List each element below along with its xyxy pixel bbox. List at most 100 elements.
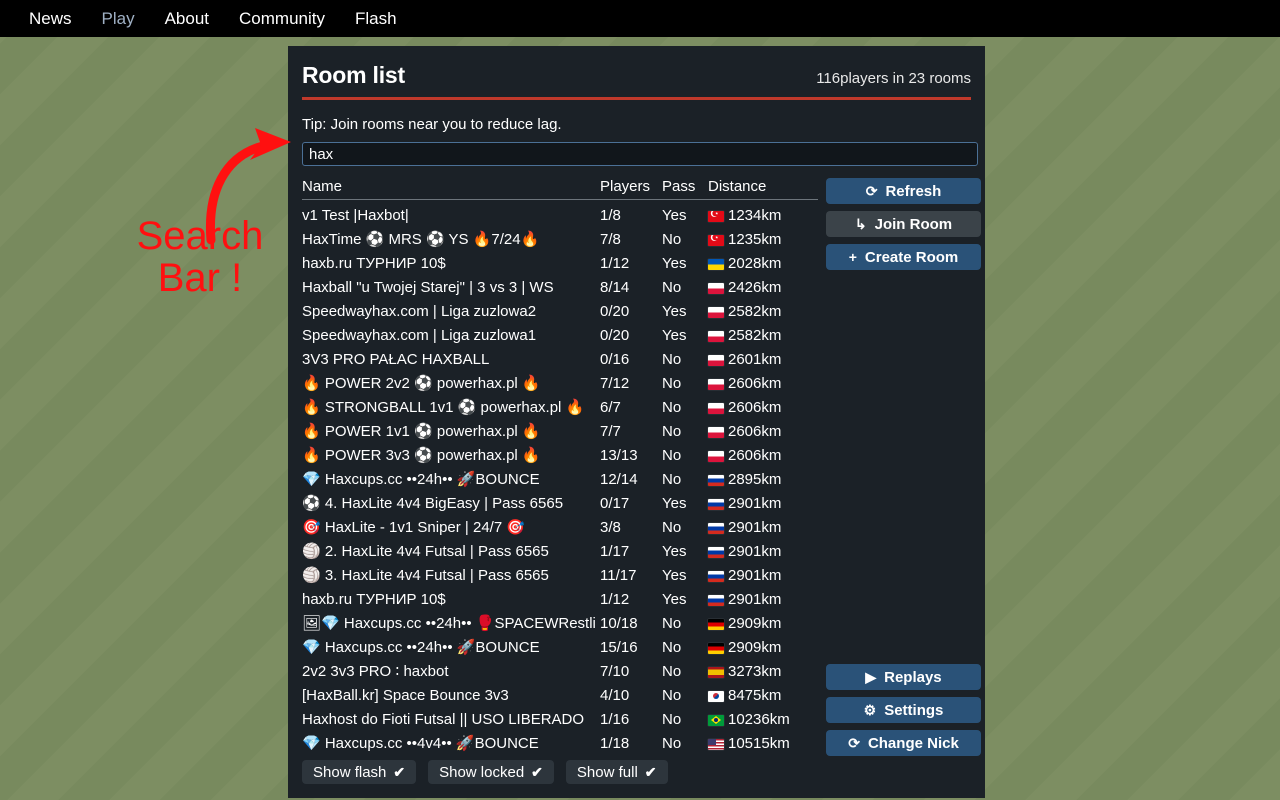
table-row[interactable]: Haxball "u Twojej Starej" | 3 vs 3 | WS 8… [302, 276, 818, 300]
flag-icon-us [708, 738, 724, 750]
table-row[interactable]: haxb.ru ТУРНИР 10$ 1/12 Yes 2028km [302, 252, 818, 276]
room-pass-cell: Yes [662, 567, 687, 584]
room-name-cell: Haxball "u Twojej Starej" | 3 vs 3 | WS [302, 279, 554, 296]
column-header-distance[interactable]: Distance [708, 178, 818, 195]
room-pass-cell: No [662, 639, 682, 656]
room-distance-cell: 2901km [708, 540, 818, 564]
distance-text: 1234km [728, 207, 782, 224]
table-row[interactable]: 🏐 2. HaxLite 4v4 Futsal | Pass 6565 1/17 Y… [302, 540, 818, 564]
flag-icon-ru [708, 522, 724, 534]
table-row[interactable]: 💎 Haxcups.cc ••4v4•• 🚀BOUNCE 1/18 No 10515k… [302, 732, 818, 756]
flag-icon-pl [708, 450, 724, 462]
room-players-cell: 0/20 [600, 303, 630, 320]
distance-text: 2895km [728, 471, 782, 488]
flag-icon-kr [708, 690, 724, 702]
room-pass-cell: Yes [662, 327, 687, 344]
check-icon: ✔ [531, 763, 543, 780]
annotation-label: Search Bar ! [105, 215, 295, 299]
room-distance-cell: 10515km [708, 732, 818, 756]
table-row[interactable]: ⚽ 4. HaxLite 4v4 BigEasy | Pass 6565 0/17… [302, 492, 818, 516]
join-room-button[interactable]: ↳ Join Room [826, 211, 981, 237]
table-row[interactable]: 🔥 STRONGBALL 1v1 ⚽ powerhax.pl 🔥 6/7 No 260… [302, 396, 818, 420]
change-nick-button[interactable]: ⟳ Change Nick [826, 730, 981, 756]
flag-icon-ua [708, 258, 724, 270]
filter-toggle-show-locked[interactable]: Show locked ✔ [428, 760, 554, 784]
table-row[interactable]: 💎 Haxcups.cc ••24h•• 🚀BOUNCE 15/16 No 2909k… [302, 636, 818, 660]
column-header-name[interactable]: Name [302, 178, 600, 195]
column-header-pass[interactable]: Pass [662, 178, 708, 195]
table-row[interactable]: 🔥 POWER 2v2 ⚽ powerhax.pl 🔥 7/12 No 2606km [302, 372, 818, 396]
filter-toggle-show-full[interactable]: Show full ✔ [565, 760, 668, 784]
check-icon: ✔ [393, 763, 406, 780]
room-distance-cell: 2606km [708, 444, 818, 468]
room-players-cell: 1/16 [600, 711, 630, 728]
room-distance-cell: 10236km [708, 708, 818, 732]
room-players-cell: 1/12 [600, 255, 630, 272]
filter-toggle-group: Show flash ✔ Show locked ✔ Show full ✔ [302, 760, 668, 784]
table-row[interactable]: 🔥 POWER 3v3 ⚽ powerhax.pl 🔥 13/13 No 2606km [302, 444, 818, 468]
create-room-button[interactable]: + Create Room [826, 244, 981, 270]
filter-label: Show locked [439, 763, 525, 781]
table-row[interactable]: Speedwayhax.com | Liga zuzlowa1 0/20 Yes 25… [302, 324, 818, 348]
flag-icon-pl [708, 402, 724, 414]
room-name-cell: 🔥 POWER 2v2 ⚽ powerhax.pl 🔥 [302, 375, 541, 392]
flag-icon-tr [708, 234, 724, 246]
room-name-cell: Speedwayhax.com | Liga zuzlowa2 [302, 303, 537, 320]
annotation-line-1: Search [136, 214, 264, 258]
room-name-cell: 🖼💎 Haxcups.cc ••24h•• 🥊SPACEWRestli [302, 615, 596, 632]
nav-item-play[interactable]: Play [87, 0, 150, 37]
table-row[interactable]: 2v2 3v3 PRO ∶ haxbot 7/10 No 3273km [302, 660, 818, 684]
table-row[interactable]: 💎 Haxcups.cc ••24h•• 🚀BOUNCE 12/14 No 2895k… [302, 468, 818, 492]
column-header-players[interactable]: Players [600, 178, 662, 195]
replays-button[interactable]: ▶ Replays [826, 664, 981, 690]
table-row[interactable]: 🔥 POWER 1v1 ⚽ powerhax.pl 🔥 7/7 No 2606km [302, 420, 818, 444]
table-row[interactable]: v1 Test |Haxbot| 1/8 Yes 1234km [302, 204, 818, 228]
distance-text: 8475km [728, 687, 782, 704]
nav-item-news[interactable]: News [14, 0, 87, 37]
filter-label: Show flash [313, 763, 387, 781]
room-players-cell: 10/18 [600, 615, 638, 632]
distance-text: 3273km [728, 663, 782, 680]
room-distance-cell: 2606km [708, 420, 818, 444]
room-players-cell: 1/17 [600, 543, 630, 560]
room-distance-cell: 2028km [708, 252, 818, 276]
change-nick-button-label: Change Nick [867, 734, 959, 752]
table-row[interactable]: HaxTime ⚽ MRS ⚽ YS 🔥7/24🔥 7/8 No 1235km [302, 228, 818, 252]
room-name-cell: v1 Test |Haxbot| [302, 207, 409, 224]
settings-button[interactable]: ⚙ Settings [826, 697, 981, 723]
room-pass-cell: No [662, 423, 682, 440]
nav-item-flash[interactable]: Flash [340, 0, 412, 37]
top-navigation: News Play About Community Flash [0, 0, 1280, 37]
filter-label: Show full [576, 763, 638, 781]
room-distance-cell: 2582km [708, 300, 818, 324]
table-row[interactable]: 🖼💎 Haxcups.cc ••24h•• 🥊SPACEWRestli 10/18… [302, 612, 818, 636]
room-pass-cell: No [662, 279, 682, 296]
room-table: Name Players Pass Distance v1 Test |Haxb… [302, 178, 818, 756]
table-row[interactable]: 🏐 3. HaxLite 4v4 Futsal | Pass 6565 11/17… [302, 564, 818, 588]
table-row[interactable]: haxb.ru ТУРНИР 10$ 1/12 Yes 2901km [302, 588, 818, 612]
nav-item-about[interactable]: About [150, 0, 224, 37]
play-icon: ▶ [865, 669, 877, 685]
search-input[interactable] [302, 142, 978, 166]
table-row[interactable]: 3V3 PRO PAŁAC HAXBALL 0/16 No 2601km [302, 348, 818, 372]
distance-text: 2606km [728, 375, 782, 392]
distance-text: 10236km [728, 711, 790, 728]
room-list-panel: Room list 116players in 23 rooms Tip: Jo… [288, 46, 985, 798]
table-row[interactable]: Speedwayhax.com | Liga zuzlowa2 0/20 Yes 25… [302, 300, 818, 324]
room-name-cell: 💎 Haxcups.cc ••4v4•• 🚀BOUNCE [302, 735, 539, 752]
room-name-cell: 💎 Haxcups.cc ••24h•• 🚀BOUNCE [302, 471, 540, 488]
flag-icon-ru [708, 594, 724, 606]
table-row[interactable]: [HaxBall.kr] Space Bounce 3v3 4/10 No 8475k… [302, 684, 818, 708]
distance-text: 2606km [728, 447, 782, 464]
tip-text: Tip: Join rooms near you to reduce lag. [302, 116, 562, 133]
room-distance-cell: 3273km [708, 660, 818, 684]
distance-text: 2606km [728, 399, 782, 416]
filter-toggle-show-flash[interactable]: Show flash ✔ [302, 760, 417, 784]
table-row[interactable]: 🎯 HaxLite - 1v1 Sniper | 24/7 🎯 3/8 No 2901… [302, 516, 818, 540]
room-distance-cell: 2606km [708, 396, 818, 420]
table-row[interactable]: Haxhost do Fioti Futsal || USO LIBERADO 1… [302, 708, 818, 732]
secondary-action-group: ▶ Replays ⚙ Settings ⟳ Change Nick [826, 664, 981, 756]
distance-text: 2901km [728, 567, 782, 584]
refresh-button[interactable]: ⟳ Refresh [826, 178, 981, 204]
nav-item-community[interactable]: Community [224, 0, 340, 37]
